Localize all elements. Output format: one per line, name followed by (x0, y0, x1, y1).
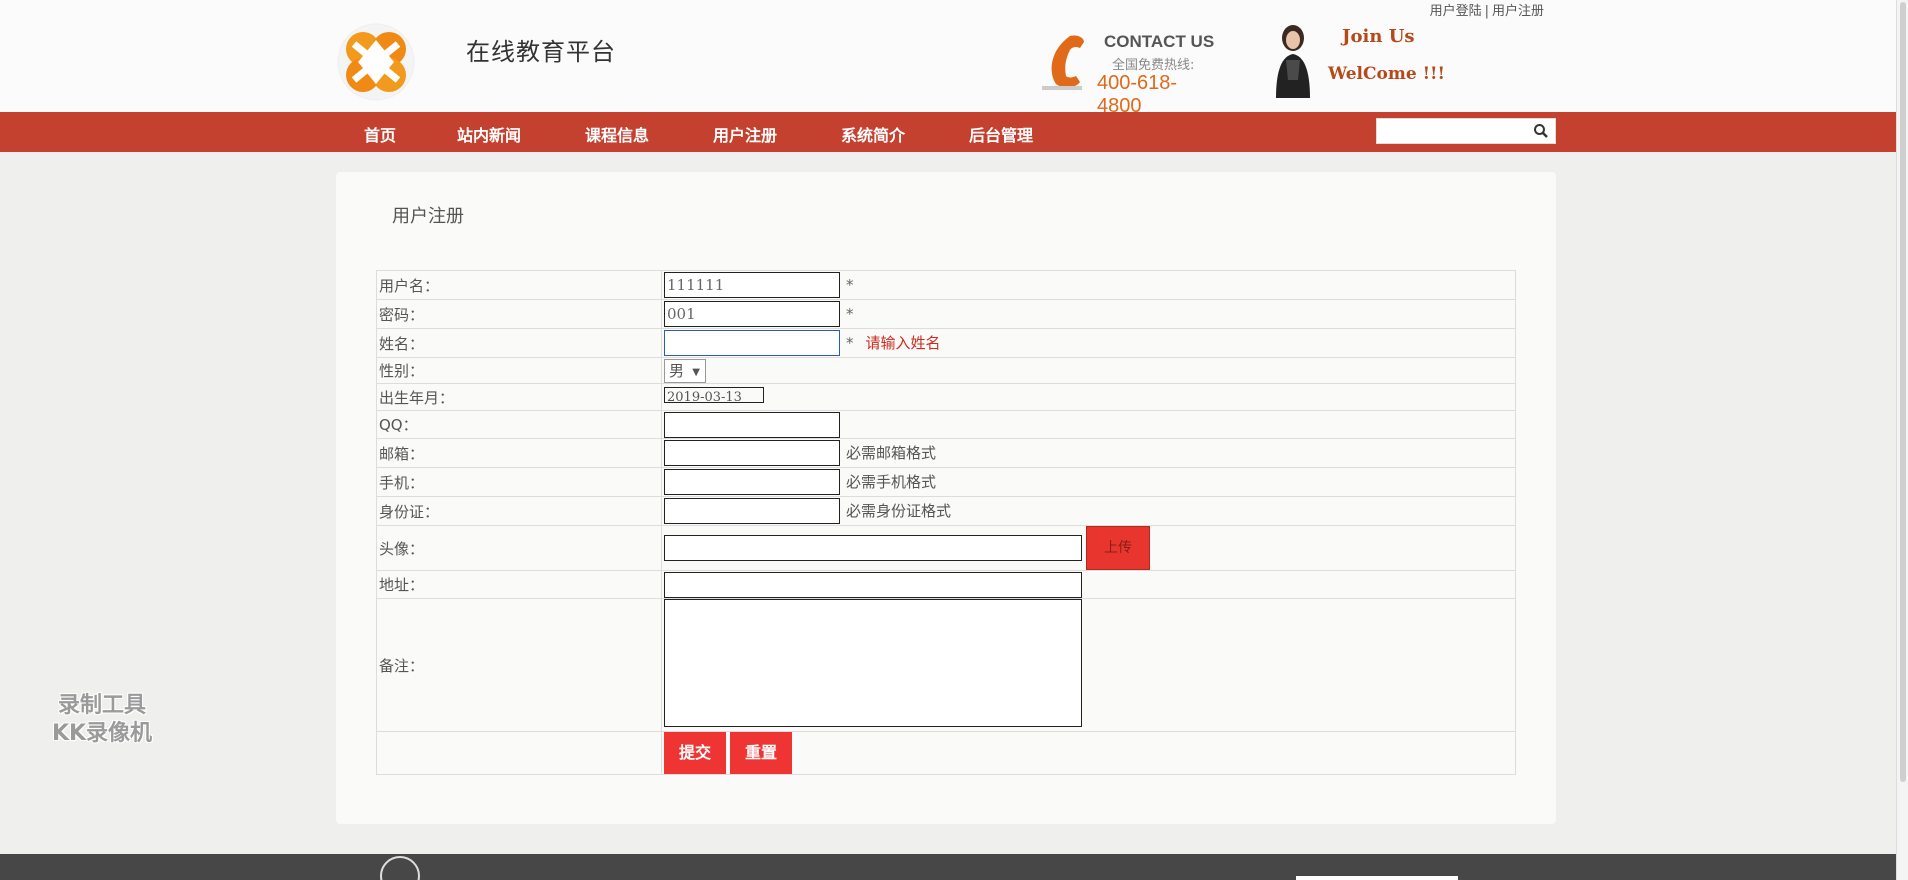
username-cell: * (661, 270, 1516, 300)
scrollbar-thumb[interactable] (1900, 2, 1906, 782)
name-cell: * 请输入姓名 (661, 328, 1516, 358)
register-panel: 用户注册 用户名： * 密码： * 姓名： *请输入姓名 性别： 男▼ (336, 172, 1556, 824)
avatar-cell: 上传 (661, 525, 1516, 571)
login-link[interactable]: 用户登陆 (1430, 4, 1482, 19)
username-input[interactable] (664, 272, 840, 298)
notes-cell (661, 598, 1516, 732)
join-us-text: Join Us (1342, 26, 1415, 47)
gender-select[interactable]: 男 ▼ (664, 358, 706, 383)
footer-input-bar (1296, 876, 1458, 880)
form-row-idcard: 身份证： 必需身份证格式 (376, 496, 1516, 526)
actions-cell: 提交 重置 (661, 731, 1516, 775)
register-form: 用户名： * 密码： * 姓名： *请输入姓名 性别： 男▼ 出生年月： (376, 270, 1516, 775)
form-row-email: 邮箱： 必需邮箱格式 (376, 438, 1516, 468)
password-label: 密码： (376, 299, 662, 329)
form-row-notes: 备注： (376, 598, 1516, 732)
address-input[interactable] (664, 571, 1082, 598)
watermark-line-1: 录制工具 (57, 693, 146, 718)
notes-textarea[interactable] (664, 599, 1082, 727)
password-input[interactable] (664, 301, 840, 327)
welcome-text: WelCome !!! (1328, 64, 1445, 84)
form-row-qq: QQ： (376, 410, 1516, 439)
form-row-name: 姓名： * 请输入姓名 (376, 328, 1516, 358)
form-row-password: 密码： * (376, 299, 1516, 329)
idcard-hint: 必需身份证格式 (846, 502, 952, 520)
email-input[interactable] (664, 440, 840, 466)
avatar-path-input[interactable] (664, 534, 1082, 561)
page-title: 用户注册 (392, 206, 464, 227)
username-label: 用户名： (376, 270, 662, 300)
form-row-phone: 手机： 必需手机格式 (376, 467, 1516, 497)
actions-spacer (376, 731, 662, 775)
password-required-mark: * (846, 305, 854, 323)
form-row-actions: 提交 重置 (376, 731, 1516, 775)
birth-date-input[interactable]: 2019-03-13 (664, 387, 764, 403)
search-icon[interactable] (1533, 123, 1549, 139)
phone-icon (1042, 35, 1084, 90)
phone-label: 手机： (376, 467, 662, 497)
name-required-mark: * (846, 334, 854, 352)
register-link[interactable]: 用户注册 (1492, 4, 1544, 19)
email-cell: 必需邮箱格式 (661, 438, 1516, 468)
footer-logo-icon (380, 856, 420, 880)
top-links: 用户登陆 | 用户注册 (1430, 0, 1544, 19)
gender-cell: 男 ▼ (661, 357, 1516, 384)
email-label: 邮箱： (376, 438, 662, 468)
gender-selected-value: 男 (669, 361, 685, 380)
qq-label: QQ： (376, 410, 662, 439)
idcard-input[interactable] (664, 498, 840, 524)
address-cell (661, 570, 1516, 599)
main-nav: 首页 站内新闻 课程信息 用户注册 系统简介 后台管理 (0, 112, 1896, 152)
contact-block: CONTACT US 全国免费热线: 400-618-4800 (1040, 28, 1220, 117)
site-title: 在线教育平台 (466, 38, 616, 66)
nav-item-admin[interactable]: 后台管理 (969, 122, 1033, 146)
nav-item-courses[interactable]: 课程信息 (585, 122, 649, 146)
idcard-label: 身份证： (376, 496, 662, 526)
phone-cell: 必需手机格式 (661, 467, 1516, 497)
nav-item-about[interactable]: 系统简介 (841, 122, 905, 146)
phone-hint: 必需手机格式 (846, 473, 937, 491)
nav-item-news[interactable]: 站内新闻 (457, 122, 521, 146)
username-required-mark: * (846, 276, 854, 294)
form-row-avatar: 头像： 上传 (376, 525, 1516, 571)
birth-label: 出生年月： (376, 383, 662, 411)
search-box (1376, 118, 1556, 144)
vertical-scrollbar[interactable] (1896, 0, 1908, 880)
phone-input[interactable] (664, 469, 840, 495)
notes-label: 备注： (376, 598, 662, 732)
address-label: 地址： (376, 570, 662, 599)
form-row-birth: 出生年月： 2019-03-13 (376, 383, 1516, 411)
form-row-username: 用户名： * (376, 270, 1516, 300)
hotline-label: 全国免费热线: (1112, 58, 1195, 73)
upload-button[interactable]: 上传 (1086, 526, 1150, 570)
reset-button[interactable]: 重置 (730, 732, 792, 774)
form-row-gender: 性别： 男 ▼ (376, 357, 1516, 384)
chevron-down-icon: ▼ (692, 366, 700, 378)
avatar-label: 头像： (376, 525, 662, 571)
form-row-address: 地址： (376, 570, 1516, 599)
nav-item-home[interactable]: 首页 (364, 122, 396, 146)
name-error-message: 请输入姓名 (865, 334, 941, 352)
qq-cell (661, 410, 1516, 439)
header: 用户登陆 | 用户注册 在线教育平台 CONTACT US 全国免费热线: 400-… (0, 0, 1896, 117)
footer (0, 854, 1896, 880)
avatar-image (1276, 25, 1310, 98)
nav-item-register[interactable]: 用户注册 (713, 122, 777, 146)
contact-label: CONTACT US (1104, 32, 1215, 51)
password-cell: * (661, 299, 1516, 329)
top-links-separator: | (1484, 4, 1489, 19)
qq-input[interactable] (664, 411, 840, 438)
submit-button[interactable]: 提交 (664, 732, 726, 774)
watermark-line-2: KK录像机 (51, 721, 153, 746)
recorder-watermark: 录制工具 KK录像机 (34, 692, 170, 748)
birth-cell: 2019-03-13 (661, 383, 1516, 411)
name-label: 姓名： (376, 328, 662, 358)
gender-label: 性别： (376, 357, 662, 384)
email-hint: 必需邮箱格式 (846, 444, 937, 462)
name-input[interactable] (664, 330, 840, 356)
logo-icon[interactable] (336, 22, 416, 102)
search-input[interactable] (1377, 119, 1527, 143)
idcard-cell: 必需身份证格式 (661, 496, 1516, 526)
